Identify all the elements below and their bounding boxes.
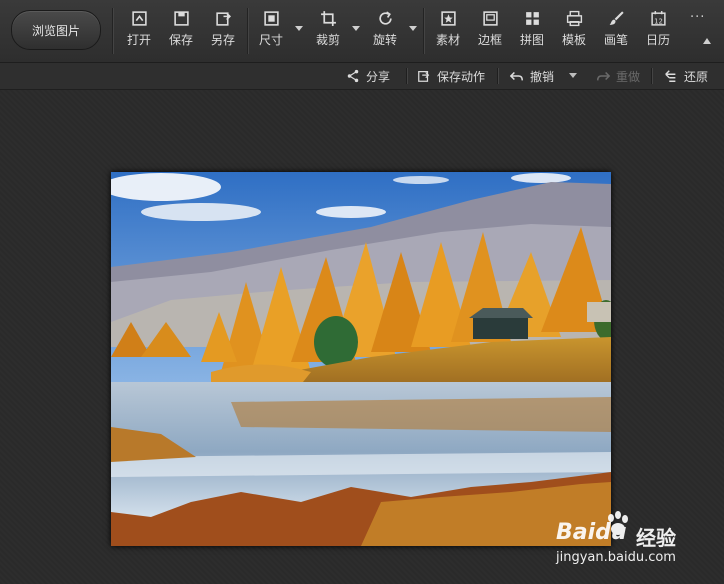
crop-label: 裁剪 bbox=[315, 33, 340, 47]
save-action-label: 保存动作 bbox=[437, 69, 486, 84]
jingyan-label: 经验 bbox=[636, 526, 676, 550]
rotate-label: 旋转 bbox=[372, 33, 397, 47]
template-icon bbox=[566, 10, 582, 27]
collage-button[interactable]: 拼图 bbox=[512, 10, 552, 54]
crop-icon bbox=[320, 11, 336, 26]
open-icon bbox=[131, 11, 147, 26]
action-separator bbox=[651, 68, 652, 84]
restore-button[interactable]: 还原 bbox=[664, 67, 708, 85]
collage-icon bbox=[525, 12, 539, 25]
template-button[interactable]: 模板 bbox=[554, 10, 594, 54]
brush-button[interactable]: 画笔 bbox=[596, 10, 636, 54]
collage-label: 拼图 bbox=[519, 33, 544, 47]
brush-icon bbox=[609, 11, 624, 25]
calendar-button[interactable]: 12 日历 bbox=[638, 10, 678, 54]
share-label: 分享 bbox=[366, 69, 391, 84]
save-as-label: 另存 bbox=[210, 33, 235, 47]
save-label: 保存 bbox=[168, 33, 193, 47]
rotate-dropdown-caret-icon[interactable] bbox=[409, 26, 417, 31]
action-separator bbox=[406, 68, 407, 84]
landscape-image bbox=[111, 172, 611, 546]
toolbar-separator bbox=[112, 8, 113, 54]
calendar-icon: 12 bbox=[650, 11, 666, 26]
save-button[interactable]: 保存 bbox=[161, 10, 201, 54]
browse-images-button[interactable]: 浏览图片 bbox=[11, 10, 101, 50]
toolbar-separator bbox=[423, 8, 424, 54]
main-toolbar: 浏览图片 打开 保存 另存 尺寸 裁剪 旋转 素材 边框 拼图 模板 画笔 12… bbox=[0, 0, 724, 63]
collapse-caret-icon[interactable] bbox=[703, 38, 711, 44]
toolbar-separator bbox=[247, 8, 248, 54]
rotate-icon bbox=[378, 11, 392, 25]
brush-label: 画笔 bbox=[603, 33, 628, 47]
save-as-icon bbox=[215, 12, 231, 26]
template-label: 模板 bbox=[561, 33, 586, 47]
undo-icon bbox=[510, 71, 524, 81]
restore-icon bbox=[665, 70, 676, 82]
border-label: 边框 bbox=[477, 33, 502, 47]
redo-icon bbox=[596, 71, 610, 81]
save-action-button[interactable]: 保存动作 bbox=[417, 67, 485, 85]
calendar-label: 日历 bbox=[645, 33, 670, 47]
crop-button[interactable]: 裁剪 bbox=[308, 10, 348, 54]
open-button[interactable]: 打开 bbox=[119, 10, 159, 54]
share-button[interactable]: 分享 bbox=[346, 67, 390, 85]
paw-icon bbox=[608, 511, 628, 535]
watermark-url: jingyan.baidu.com bbox=[556, 550, 676, 565]
svg-text:12: 12 bbox=[654, 17, 663, 25]
action-bar: 分享 保存动作 撤销 重做 还原 bbox=[0, 63, 724, 90]
resize-dropdown-caret-icon[interactable] bbox=[295, 26, 303, 31]
material-button[interactable]: 素材 bbox=[428, 10, 468, 54]
resize-icon bbox=[263, 11, 279, 26]
save-action-icon bbox=[418, 71, 430, 82]
redo-button[interactable]: 重做 bbox=[596, 67, 640, 85]
baidu-watermark: Baidu 经验 jingyan.baidu.com bbox=[556, 511, 706, 568]
crop-dropdown-caret-icon[interactable] bbox=[352, 26, 360, 31]
action-separator bbox=[497, 68, 498, 84]
autumn-lake-photo[interactable] bbox=[111, 172, 611, 546]
undo-label: 撤销 bbox=[530, 69, 555, 84]
redo-label: 重做 bbox=[616, 69, 641, 84]
open-label: 打开 bbox=[126, 33, 151, 47]
resize-button[interactable]: 尺寸 bbox=[251, 10, 291, 54]
material-label: 素材 bbox=[435, 33, 460, 47]
material-icon bbox=[440, 11, 456, 26]
resize-label: 尺寸 bbox=[258, 33, 283, 47]
undo-dropdown-caret-icon[interactable] bbox=[569, 73, 577, 78]
share-icon bbox=[347, 69, 359, 83]
undo-button[interactable]: 撤销 bbox=[510, 67, 554, 85]
restore-label: 还原 bbox=[684, 69, 709, 84]
more-icon[interactable]: ··· bbox=[690, 10, 705, 25]
border-icon bbox=[482, 11, 498, 26]
rotate-button[interactable]: 旋转 bbox=[365, 10, 405, 54]
save-as-button[interactable]: 另存 bbox=[203, 10, 243, 54]
save-icon bbox=[173, 11, 189, 26]
border-button[interactable]: 边框 bbox=[470, 10, 510, 54]
